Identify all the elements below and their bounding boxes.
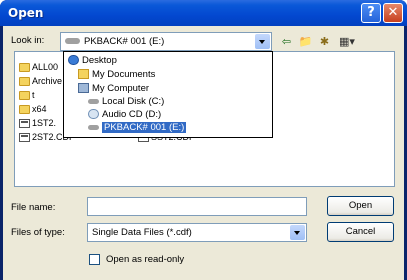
hard-drive-icon [88,98,99,104]
removable-drive-icon [88,124,99,130]
up-folder-icon[interactable]: 📁 [298,35,313,48]
open-dialog: Open ? ✕ Look in: PKBACK# 001 (E:) ⇦ 📁 ✱… [0,0,407,280]
look-in-combo[interactable]: PKBACK# 001 (E:) [60,32,272,51]
file-name-label: File name: [11,202,56,213]
dropdown-item-label: Local Disk (C:) [102,95,165,107]
dropdown-item-label: Audio CD (D:) [102,108,162,120]
cd-drive-icon [88,109,99,119]
desktop-icon [68,55,79,65]
dropdown-item-desktop[interactable]: Desktop [68,54,117,66]
read-only-checkbox[interactable] [89,254,100,265]
file-name-input[interactable] [87,197,307,216]
list-item[interactable]: ALL00 [19,62,58,72]
look-in-value: PKBACK# 001 (E:) [84,36,165,47]
dropdown-item-label: My Documents [92,68,156,80]
file-type-dropdown-arrow[interactable] [290,225,305,240]
folder-icon [19,104,30,114]
cdf-file-icon [19,118,30,128]
drive-icon [65,38,80,44]
file-label: x64 [32,104,47,114]
file-label: t [32,90,35,100]
dialog-body: Look in: PKBACK# 001 (E:) ⇦ 📁 ✱ ▦▾ ALL00… [3,26,404,280]
help-button[interactable]: ? [361,3,381,23]
folder-icon [19,62,30,72]
back-icon[interactable]: ⇦ [279,35,294,48]
file-type-label: Files of type: [11,227,65,238]
window-title: Open [8,6,44,20]
dropdown-item-my-computer[interactable]: My Computer [78,82,149,94]
look-in-dropdown-arrow[interactable] [255,34,270,49]
dropdown-item-label: My Computer [92,82,150,94]
close-button[interactable]: ✕ [383,3,403,23]
dropdown-item-label: Desktop [82,54,117,66]
file-type-combo[interactable]: Single Data Files (*.cdf) [87,223,307,242]
list-item[interactable]: Archive [19,76,62,86]
file-label: ALL00 [32,62,59,72]
title-bar[interactable]: Open ? ✕ [0,0,407,26]
folder-icon [19,90,30,100]
folder-icon [19,76,30,86]
look-in-dropdown-list[interactable]: Desktop My Documents My Computer Local D… [63,51,273,138]
my-computer-icon [78,83,89,93]
read-only-label[interactable]: Open as read-only [106,254,184,265]
file-label: Archive [32,76,63,86]
dropdown-item-local-disk[interactable]: Local Disk (C:) [88,95,164,107]
cancel-button[interactable]: Cancel [327,222,394,242]
file-type-value: Single Data Files (*.cdf) [92,227,192,238]
cdf-file-icon [19,132,30,142]
file-label: 1ST2. [32,118,57,128]
dropdown-item-audio-cd[interactable]: Audio CD (D:) [88,108,161,120]
dropdown-item-label: PKBACK# 001 (E:) [102,121,187,133]
list-item[interactable]: t [19,90,35,100]
list-item[interactable]: 1ST2. [19,118,56,128]
open-button[interactable]: Open [327,196,394,216]
my-documents-icon [78,69,89,79]
views-menu-icon[interactable]: ▦▾ [336,35,358,48]
look-in-label: Look in: [11,35,45,46]
dropdown-item-pkback[interactable]: PKBACK# 001 (E:) [88,121,187,133]
new-folder-icon[interactable]: ✱ [317,35,332,48]
list-item[interactable]: x64 [19,104,47,114]
dropdown-item-my-documents[interactable]: My Documents [78,68,155,80]
